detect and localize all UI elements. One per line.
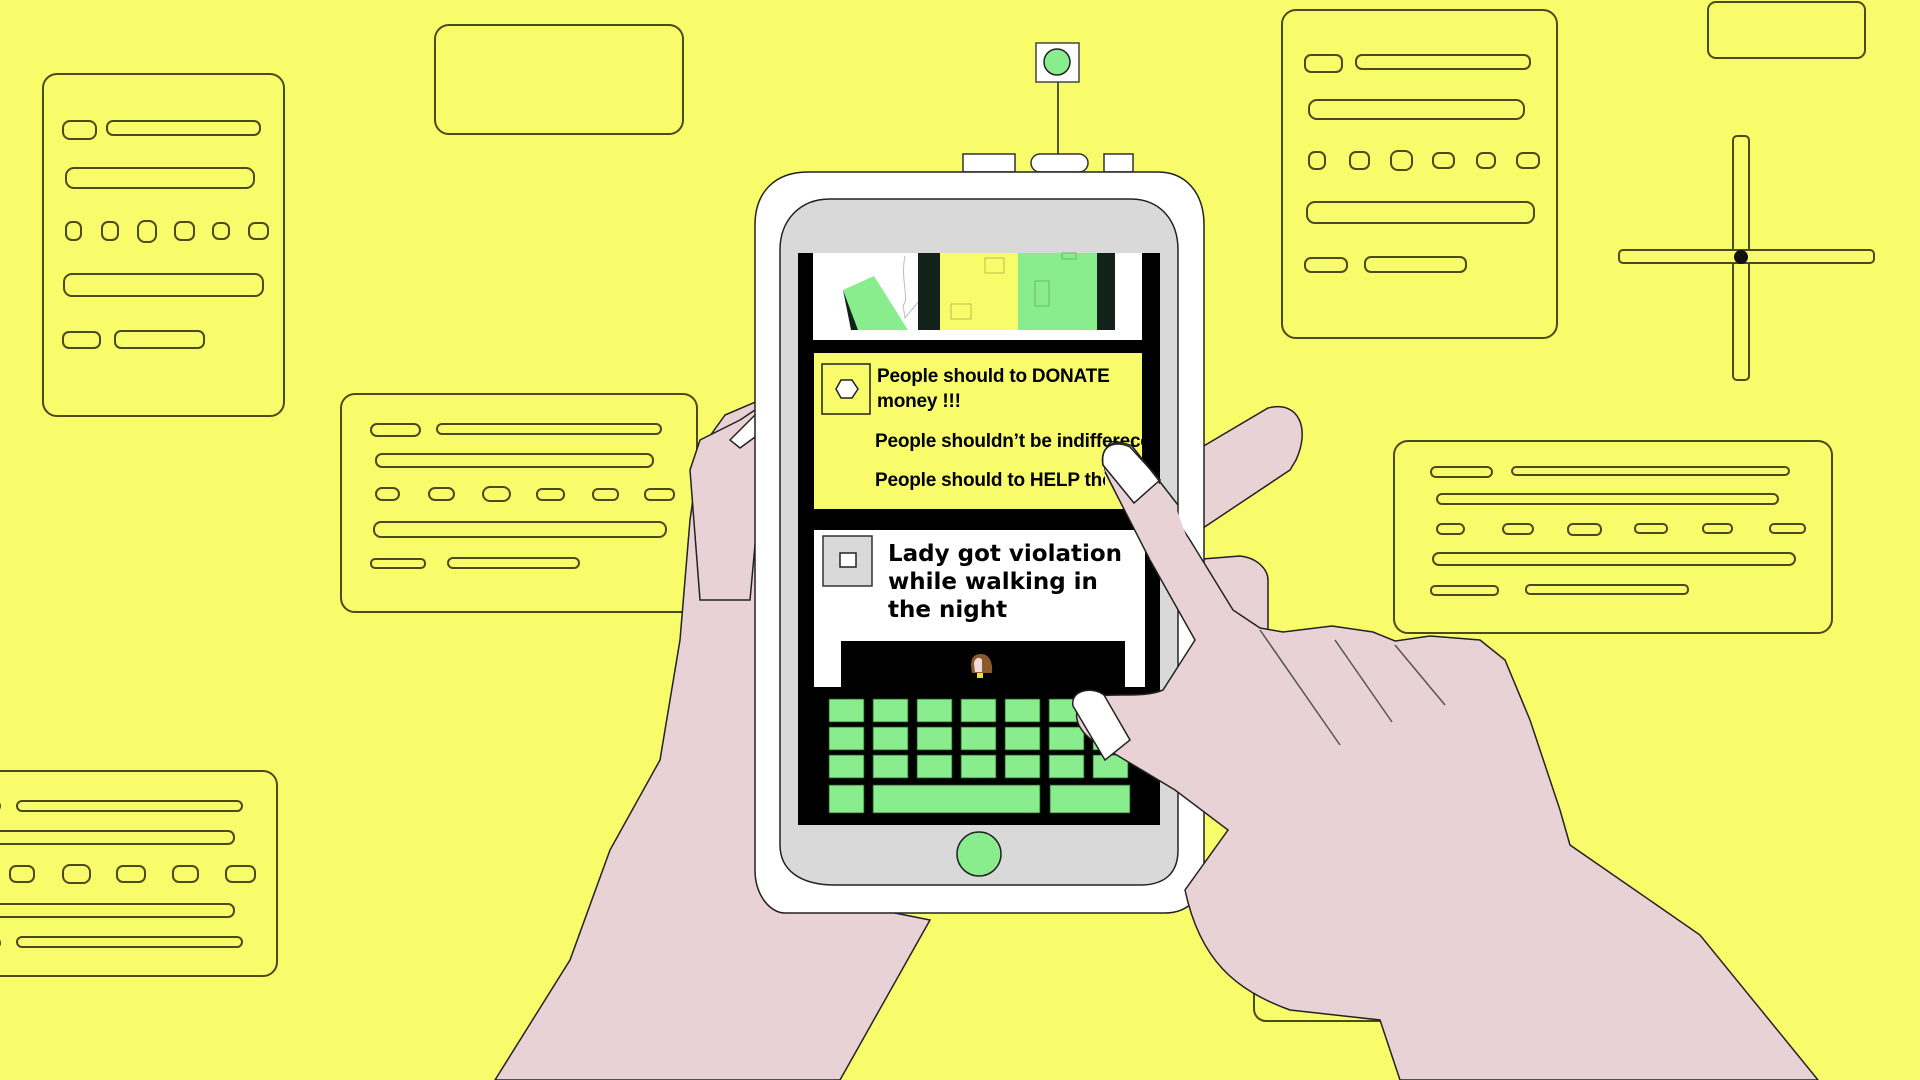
wireframe-card-bottom-left [0,770,278,977]
keyboard-key[interactable] [1049,784,1131,814]
keyboard-key[interactable] [828,698,865,723]
keyboard-key[interactable] [872,698,909,723]
keyboard-key[interactable] [1004,726,1041,751]
wireframe-card-small-top-right [1707,1,1866,59]
post-1-line-4: People should to HELP the [875,470,1105,491]
wireframe-card-mid-left [340,393,698,613]
keyboard-key[interactable] [1004,754,1041,779]
post-2-headline-3: the night [888,597,1008,623]
wireframe-card-right [1281,9,1558,339]
home-button[interactable] [956,831,1002,877]
keyboard-key[interactable] [828,754,865,779]
hexagon-icon [835,379,859,399]
keyboard-key[interactable] [828,726,865,751]
post-1-line-3: People shouldn’t be indifferece! [875,431,1143,452]
square-icon [839,552,857,568]
keyboard-key[interactable] [1004,698,1041,723]
keyboard-key[interactable] [960,754,997,779]
keyboard-key[interactable] [1048,726,1085,751]
signal-icon [1043,48,1071,76]
keyboard-spacebar[interactable] [872,784,1041,814]
crosshair-icon [1618,135,1875,381]
keyboard-key[interactable] [960,698,997,723]
power-button[interactable] [1030,153,1089,173]
post-1-line-2: money !!! [877,391,961,412]
keyboard-key[interactable] [872,754,909,779]
keyboard-key[interactable] [916,754,953,779]
keyboard-key[interactable] [828,784,865,814]
keyboard-key[interactable] [872,726,909,751]
wireframe-card-empty-top [434,24,684,135]
wireframe-card-right-middle [1393,440,1833,634]
keyboard-key[interactable] [916,698,953,723]
keyboard-key[interactable] [960,726,997,751]
feed-image-strip[interactable] [813,252,1142,340]
volume-button[interactable] [962,153,1016,173]
post-2-headline-1: Lady got violation [888,541,1123,567]
wireframe-card-left [42,73,285,417]
post-2-headline-2: while walking in [888,569,1098,595]
keyboard-key[interactable] [1048,754,1085,779]
keyboard-key[interactable] [916,726,953,751]
post-1-line-1: People should to DONATE [877,366,1110,387]
side-button[interactable] [1103,153,1134,173]
